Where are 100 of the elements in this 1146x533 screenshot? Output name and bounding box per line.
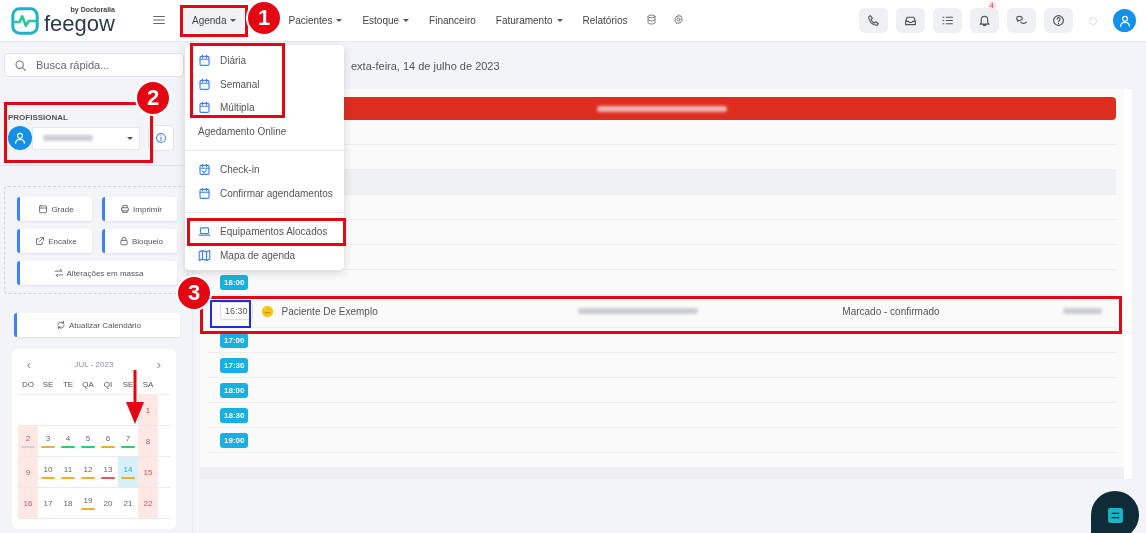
next-month-button[interactable]: › xyxy=(152,357,166,372)
calendar-icon xyxy=(198,186,211,200)
person-icon xyxy=(13,131,27,145)
checklist-icon xyxy=(941,14,954,27)
calendar-day[interactable]: 2 xyxy=(18,426,38,456)
action-button[interactable]: Bloqueio xyxy=(102,229,177,253)
chat-button[interactable] xyxy=(1007,8,1036,33)
highlight-box xyxy=(180,5,248,37)
database-icon xyxy=(645,14,657,25)
field-label: PROFISSIONAL xyxy=(7,113,69,122)
refresh-icon xyxy=(55,320,66,330)
caret-icon xyxy=(127,136,133,140)
bell-icon xyxy=(978,14,991,27)
menu-item[interactable]: Mapa de agenda xyxy=(185,243,344,267)
menu-item[interactable]: Agedamento Online xyxy=(185,119,344,143)
search-icon xyxy=(14,59,27,72)
smiley-icon xyxy=(260,304,274,318)
action-button[interactable]: Imprimir xyxy=(102,197,177,221)
calendar-day[interactable]: 1 xyxy=(138,395,158,425)
phone-button[interactable] xyxy=(859,8,888,33)
logo-wordmark: feegow xyxy=(44,13,115,35)
phone-icon xyxy=(867,14,880,27)
step-marker: 2 xyxy=(135,80,171,116)
calendar-icon xyxy=(198,77,211,91)
calendar-day[interactable]: 4 xyxy=(58,426,78,456)
chat-icon xyxy=(1015,14,1028,27)
help-icon xyxy=(1052,14,1065,27)
previous-month-button[interactable]: ‹ xyxy=(22,357,36,372)
laptop-icon xyxy=(198,225,211,239)
inbox-icon xyxy=(904,14,917,27)
action-button[interactable]: Encaixe xyxy=(17,229,92,253)
menu-item[interactable]: Semanal xyxy=(185,72,344,96)
action-button[interactable]: Grade xyxy=(17,197,92,221)
logo-icon xyxy=(10,5,40,36)
calendar-day[interactable]: 10 xyxy=(38,457,58,487)
calendar-day[interactable]: 21 xyxy=(118,488,138,518)
nav-menu-item[interactable]: Estoque xyxy=(352,15,420,26)
redacted-text xyxy=(43,135,93,141)
lock-icon xyxy=(118,236,129,246)
calendar-day[interactable]: 17 xyxy=(38,488,58,518)
calendar-icon xyxy=(198,101,211,115)
map-icon xyxy=(198,248,211,262)
checklist-button[interactable] xyxy=(933,8,962,33)
settings-icon xyxy=(672,14,684,25)
calendar-day[interactable]: 16 xyxy=(18,488,38,518)
calendar-day[interactable]: 22 xyxy=(138,488,158,518)
weekday-label: TE xyxy=(62,380,74,389)
weekday-label: QI xyxy=(103,380,113,389)
calendar-month: JUL - 2023 xyxy=(74,360,114,369)
redacted-text xyxy=(1062,308,1102,314)
nav-menu-item[interactable]: Agenda xyxy=(184,8,245,33)
calendar-day[interactable]: 3 xyxy=(38,426,58,456)
calendar-day[interactable]: 12 xyxy=(78,457,98,487)
menu-item[interactable]: Check-in xyxy=(185,158,344,182)
action-button[interactable]: Alterações em massa xyxy=(17,261,177,285)
step-marker: 3 xyxy=(176,275,212,311)
calendar-day[interactable]: 6 xyxy=(98,426,118,456)
user-avatar[interactable] xyxy=(1113,9,1136,32)
calendar-day[interactable]: 8 xyxy=(138,426,158,456)
weekday-label: QA xyxy=(82,380,94,389)
calendar-day[interactable]: 11 xyxy=(58,457,78,487)
calendar-day[interactable]: 15 xyxy=(138,457,158,487)
refresh-calendar-button[interactable]: Atualizar Calendário xyxy=(14,313,180,337)
printer-icon xyxy=(120,204,131,214)
menu-item[interactable]: Diária xyxy=(185,49,344,73)
appointment-status: Marcado - confirmado xyxy=(842,305,941,317)
calendar-day[interactable]: 19 xyxy=(78,488,98,518)
help-button[interactable] xyxy=(1044,8,1073,33)
menu-item[interactable]: Confirmar agendamentos xyxy=(185,181,344,205)
calendar-day[interactable]: 9 xyxy=(18,457,38,487)
inbox-button[interactable] xyxy=(896,8,925,33)
pointer-arrow xyxy=(125,370,145,424)
calendar-day[interactable]: 7 xyxy=(118,426,138,456)
time-slot[interactable]: 16:30 xyxy=(220,302,253,320)
info-icon xyxy=(155,132,167,144)
weekday-label: SA xyxy=(142,380,154,389)
calendar-day[interactable]: 20 xyxy=(98,488,118,518)
calendar-check-icon xyxy=(198,163,211,177)
chat-widget-button[interactable] xyxy=(1091,491,1139,533)
weekday-label: DO xyxy=(22,380,34,389)
nav-menu-item[interactable]: Financeiro xyxy=(419,15,486,26)
notifications-button[interactable] xyxy=(970,8,999,33)
patient-name[interactable]: Paciente De Exemplo xyxy=(281,305,570,317)
person-icon xyxy=(1117,13,1132,28)
weekday-label: SE xyxy=(42,380,54,389)
calendar-day[interactable]: 5 xyxy=(78,426,98,456)
external-link-icon xyxy=(35,236,46,246)
menu-item[interactable]: Múltipla xyxy=(185,96,344,120)
weekday-label: SE xyxy=(122,380,134,389)
swap-icon xyxy=(53,268,64,278)
nav-menu-item[interactable]: Faturamento xyxy=(485,15,573,26)
search-field[interactable]: Busca rápida... xyxy=(4,53,184,77)
notification-count: 4 xyxy=(987,1,996,11)
calendar-day[interactable]: 18 xyxy=(58,488,78,518)
schedule-date: exta-feira, 14 de julho de 2023 xyxy=(351,59,500,72)
calendar-icon xyxy=(38,204,49,214)
menu-item[interactable]: Equipamentos Alocados xyxy=(189,220,344,244)
calendar-day[interactable]: 13 xyxy=(98,457,118,487)
nav-menu-item[interactable]: Relatórios xyxy=(572,15,638,26)
chat-icon xyxy=(1106,506,1124,524)
